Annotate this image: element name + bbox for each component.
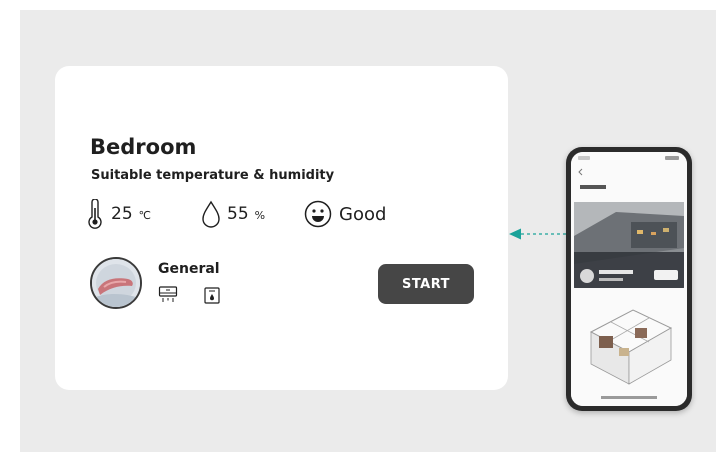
room-title: Bedroom	[90, 135, 197, 159]
humidity-unit: %	[254, 209, 266, 222]
mode-name: General	[158, 261, 220, 277]
smiley-face-icon	[304, 200, 332, 228]
water-drop-icon	[202, 200, 220, 228]
temperature-stat: 25 ℃	[85, 198, 151, 230]
air-quality-stat: Good	[303, 198, 386, 230]
thermometer-icon	[88, 199, 102, 229]
room-card: Bedroom Suitable temperature & humidity …	[55, 66, 508, 390]
phone-screen	[571, 152, 687, 406]
humidity-value: 55	[227, 204, 249, 224]
room-subtitle: Suitable temperature & humidity	[91, 168, 335, 183]
dehumidifier-icon	[204, 287, 220, 304]
temperature-value: 25	[111, 204, 133, 224]
temperature-unit: ℃	[138, 209, 151, 222]
humidity-stat: 55 %	[201, 198, 265, 230]
air-conditioner-icon	[158, 286, 178, 302]
mode-avatar	[90, 257, 142, 309]
start-button[interactable]: START	[378, 264, 474, 304]
phone-mockup	[566, 147, 692, 411]
air-quality-value: Good	[339, 203, 387, 225]
